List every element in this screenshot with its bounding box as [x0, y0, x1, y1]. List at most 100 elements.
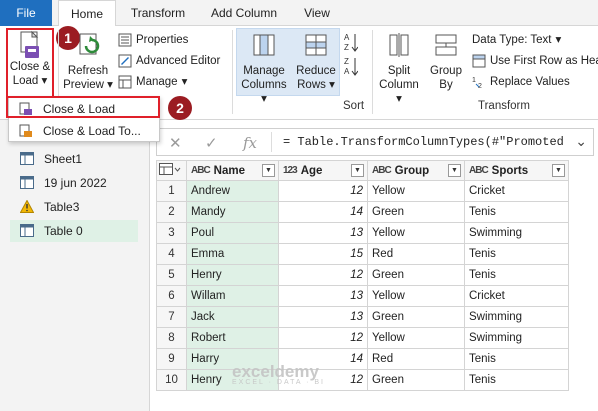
cell-sports[interactable]: Tenis: [464, 264, 569, 286]
cell-name[interactable]: Mandy: [186, 201, 279, 223]
properties-label: Properties: [136, 34, 189, 46]
column-filter-button[interactable]: ▼: [448, 164, 461, 177]
formula-text[interactable]: = Table.TransformColumnTypes(#"Promoted: [283, 135, 564, 149]
menu-item-close-load-to[interactable]: Close & Load To...: [11, 121, 157, 141]
query-item-sheet1[interactable]: Sheet1: [10, 148, 138, 170]
query-label: Sheet1: [44, 152, 83, 166]
tab-home[interactable]: Home: [58, 0, 116, 27]
cell-sports[interactable]: Swimming: [464, 222, 569, 244]
row-number[interactable]: 10: [156, 369, 187, 391]
cell-name[interactable]: Jack: [186, 306, 279, 328]
row-number[interactable]: 2: [156, 201, 187, 223]
query-label: Table3: [44, 200, 80, 214]
cell-sports[interactable]: Tenis: [464, 201, 569, 223]
cancel-formula-icon[interactable]: ✕: [169, 134, 182, 152]
cell-group[interactable]: Red: [367, 348, 465, 370]
manage-columns-icon: [253, 34, 275, 56]
tab-transform[interactable]: Transform: [122, 0, 194, 26]
row-number[interactable]: 3: [156, 222, 187, 244]
column-header-group[interactable]: ABC Group ▼: [367, 160, 465, 181]
column-filter-button[interactable]: ▼: [351, 164, 364, 177]
manage-columns-button[interactable]: Manage Columns ▾: [238, 32, 290, 105]
cell-name[interactable]: Andrew: [186, 180, 279, 202]
cell-group[interactable]: Yellow: [367, 327, 465, 349]
query-item-table-0[interactable]: Table 0: [10, 220, 138, 242]
cell-group[interactable]: Yellow: [367, 285, 465, 307]
use-first-row-button[interactable]: Use First Row as Hea: [472, 52, 598, 70]
cell-age[interactable]: 13: [278, 222, 368, 244]
data-grid: ABC Name ▼ 123 Age ▼ ABC Group ▼ ABC Sports …: [156, 160, 569, 391]
reduce-rows-button[interactable]: Reduce Rows ▾: [294, 32, 338, 96]
cell-age[interactable]: 15: [278, 243, 368, 265]
cell-name[interactable]: Robert: [186, 327, 279, 349]
cell-group[interactable]: Green: [367, 201, 465, 223]
cell-age[interactable]: 14: [278, 201, 368, 223]
row-number[interactable]: 4: [156, 243, 187, 265]
cell-group[interactable]: Green: [367, 264, 465, 286]
expand-formula-icon[interactable]: ⌄: [575, 133, 587, 150]
cell-sports[interactable]: Tenis: [464, 348, 569, 370]
cell-age[interactable]: 12: [278, 327, 368, 349]
group-by-button[interactable]: Group By: [426, 32, 466, 96]
table-icon: [20, 152, 34, 165]
row-number[interactable]: 6: [156, 285, 187, 307]
cell-sports[interactable]: Tenis: [464, 369, 569, 391]
group-by-label: Group: [430, 65, 462, 77]
fx-icon[interactable]: fx: [243, 134, 257, 152]
type-number-icon[interactable]: 123: [283, 165, 298, 176]
cell-group[interactable]: Red: [367, 243, 465, 265]
cell-sports[interactable]: Cricket: [464, 180, 569, 202]
row-number[interactable]: 1: [156, 180, 187, 202]
replace-values-button[interactable]: 12 Replace Values: [472, 73, 570, 91]
tab-file[interactable]: File: [0, 0, 52, 26]
sort-ascending-button[interactable]: AZ: [344, 32, 359, 52]
column-filter-button[interactable]: ▼: [552, 164, 565, 177]
select-all-cell[interactable]: [156, 160, 187, 181]
query-item-table3[interactable]: Table3: [10, 196, 138, 218]
sort-group-label: Sort: [343, 100, 365, 112]
refresh-preview-button[interactable]: Refresh Preview ▾: [62, 32, 114, 98]
data-type-dropdown[interactable]: Data Type: Text ▾: [472, 31, 561, 49]
cell-age[interactable]: 13: [278, 306, 368, 328]
properties-button[interactable]: Properties: [118, 31, 188, 49]
cell-name[interactable]: Willam: [186, 285, 279, 307]
cell-group[interactable]: Yellow: [367, 180, 465, 202]
row-number[interactable]: 8: [156, 327, 187, 349]
cell-sports[interactable]: Tenis: [464, 243, 569, 265]
cell-sports[interactable]: Swimming: [464, 306, 569, 328]
sort-descending-button[interactable]: ZA: [344, 56, 359, 76]
row-number[interactable]: 9: [156, 348, 187, 370]
cell-age[interactable]: 12: [278, 180, 368, 202]
cell-age[interactable]: 12: [278, 264, 368, 286]
cell-sports[interactable]: Swimming: [464, 327, 569, 349]
confirm-formula-icon[interactable]: ✓: [205, 134, 218, 152]
type-text-icon[interactable]: ABC: [191, 165, 211, 176]
cell-name[interactable]: Henry: [186, 264, 279, 286]
cell-group[interactable]: Green: [367, 306, 465, 328]
manage-button[interactable]: Manage ▾: [118, 73, 187, 91]
manage-label: Manage: [136, 76, 178, 88]
table-icon: [20, 224, 34, 237]
split-column-button[interactable]: Split Column ▾: [376, 32, 422, 105]
type-text-icon[interactable]: ABC: [469, 165, 489, 176]
type-text-icon[interactable]: ABC: [372, 165, 392, 176]
column-header-age[interactable]: 123 Age ▼: [278, 160, 368, 181]
column-header-name[interactable]: ABC Name ▼: [186, 160, 279, 181]
cell-age[interactable]: 13: [278, 285, 368, 307]
cell-group[interactable]: Green: [367, 369, 465, 391]
column-header-sports[interactable]: ABC Sports ▼: [464, 160, 569, 181]
query-item-19-jun-2022[interactable]: 19 jun 2022: [10, 172, 138, 194]
row-number[interactable]: 7: [156, 306, 187, 328]
cell-name[interactable]: Emma: [186, 243, 279, 265]
replace-values-label: Replace Values: [490, 76, 570, 88]
group-by-label2: By: [439, 79, 453, 91]
row-number[interactable]: 5: [156, 264, 187, 286]
cell-sports[interactable]: Cricket: [464, 285, 569, 307]
cell-group[interactable]: Yellow: [367, 222, 465, 244]
marker-box-1: [6, 28, 54, 98]
column-filter-button[interactable]: ▼: [262, 164, 275, 177]
cell-name[interactable]: Poul: [186, 222, 279, 244]
tab-add-column[interactable]: Add Column: [200, 0, 288, 26]
tab-view[interactable]: View: [294, 0, 340, 26]
advanced-editor-button[interactable]: Advanced Editor: [118, 52, 220, 70]
